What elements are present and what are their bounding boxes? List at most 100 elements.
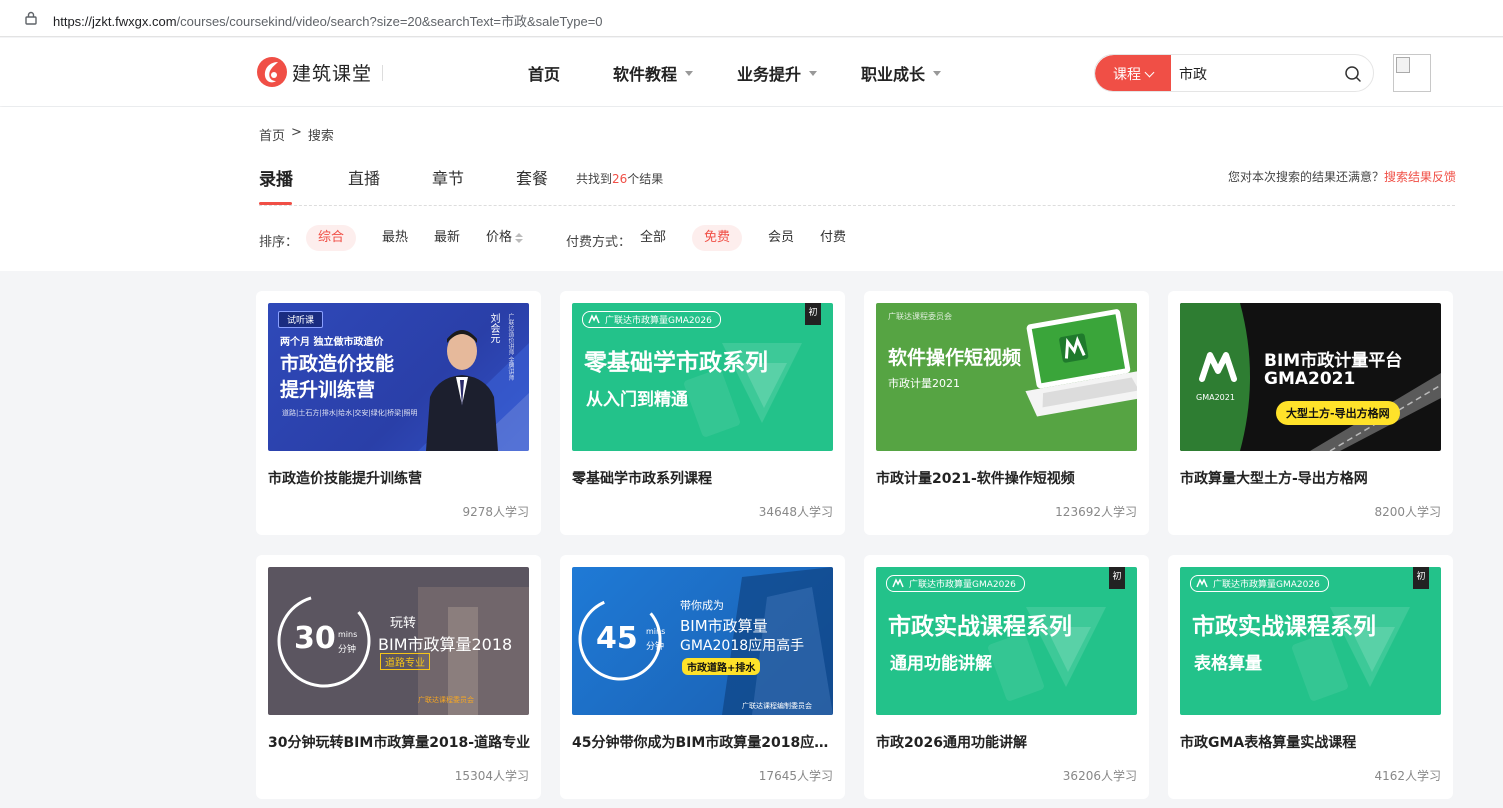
search-scope-dropdown[interactable]: 课程	[1095, 55, 1171, 91]
learner-number: 36206	[1062, 769, 1101, 783]
tab-package[interactable]: 套餐	[516, 165, 548, 189]
learner-number: 15304	[454, 769, 493, 783]
sort-option-price[interactable]: 价格	[474, 225, 535, 251]
course-series-chip: 广联达市政算量GMA2026	[1190, 575, 1329, 592]
nav-software-tutorials[interactable]: 软件教程	[613, 61, 694, 85]
url-text[interactable]: https://jzkt.fwxgx.com/courses/coursekin…	[53, 11, 603, 30]
payment-option-free[interactable]: 免费	[692, 225, 743, 251]
learner-count: 15304人学习	[455, 767, 529, 784]
site-header: 建筑课堂 首页 软件教程 业务提升 职业成长 课程	[0, 38, 1503, 106]
course-title[interactable]: 30分钟玩转BIM市政算量2018-道路专业	[268, 732, 532, 752]
avatar[interactable]	[1393, 54, 1431, 92]
course-card[interactable]: 试听课 两个月 独立做市政造价 市政造价技能 提升训练营 道路|土石方|排水|给…	[256, 291, 541, 535]
breadcrumb-current: 搜索	[307, 129, 334, 144]
breadcrumb-home[interactable]: 首页	[259, 125, 285, 144]
learner-count: 4162人学习	[1374, 767, 1441, 784]
course-title[interactable]: 市政计量2021-软件操作短视频	[876, 468, 1140, 488]
search-box: 课程	[1094, 54, 1374, 92]
payment-label: 付费方式：	[566, 235, 632, 250]
thumb-line1: 玩转	[390, 616, 417, 631]
gma-logo-label: GMA2021	[1196, 393, 1235, 402]
learner-unit: 人学习	[1100, 505, 1137, 519]
thumb-line2: 通用功能讲解	[890, 654, 992, 674]
course-thumbnail[interactable]: 广联达课程委员会 软件操作短视频 市政计量2021	[876, 303, 1137, 451]
course-title[interactable]: 市政造价技能提升训练营	[268, 468, 532, 488]
payment-option-member[interactable]: 会员	[756, 225, 806, 251]
search-icon[interactable]	[1344, 65, 1362, 83]
search-feedback: 您对本次搜索的结果还满意？搜索结果反馈	[1228, 168, 1456, 185]
result-count: 共找到26个结果	[576, 170, 663, 187]
duration-fen: 分钟	[646, 642, 665, 652]
course-title[interactable]: 市政2026通用功能讲解	[876, 732, 1140, 752]
course-card[interactable]: 广联达课程委员会 软件操作短视频 市政计量2021 市政计量2021-软件操作短…	[864, 291, 1149, 535]
course-series-chip: 广联达市政算量GMA2026	[582, 311, 721, 328]
learner-count: 36206人学习	[1063, 767, 1137, 784]
duration-mins: mins	[338, 630, 358, 639]
course-thumbnail[interactable]: GMA2021 BIM市政计量平台 GMA2021 大型土方-导出方格网	[1180, 303, 1441, 451]
thumb-line4: 道路|土石方|排水|给水|交安|绿化|桥梁|照明	[282, 409, 418, 417]
course-card[interactable]: 广联达市政算量GMA2026 初 市政实战课程系列 表格算量 市政GMA表格算量…	[1168, 555, 1453, 799]
course-thumbnail[interactable]: 广联达市政算量GMA2026 初 市政实战课程系列 表格算量	[1180, 567, 1441, 715]
course-thumbnail[interactable]: 试听课 两个月 独立做市政造价 市政造价技能 提升训练营 道路|土石方|排水|给…	[268, 303, 529, 451]
thumb-line2: GMA2021	[1264, 369, 1356, 389]
course-card[interactable]: GMA2021 BIM市政计量平台 GMA2021 大型土方-导出方格网 市政算…	[1168, 291, 1453, 535]
thumb-line1: 两个月 独立做市政造价	[280, 337, 384, 348]
payment-option-all[interactable]: 全部	[628, 225, 678, 251]
url-path: /courses/coursekind/video/search?size=20…	[176, 14, 603, 29]
divider	[259, 205, 1455, 206]
breadcrumb: 首页 > 搜索	[259, 125, 334, 144]
level-badge: 初	[1109, 567, 1125, 589]
chevron-down-icon	[1144, 67, 1155, 77]
thumb-line2: 表格算量	[1194, 654, 1262, 674]
thumb-chip-text: 广联达课程委员会	[888, 312, 952, 321]
course-title[interactable]: 市政算量大型土方-导出方格网	[1180, 468, 1444, 488]
course-thumbnail[interactable]: 30 mins 分钟 玩转 BIM市政算量2018 道路专业 广联达课程委员会	[268, 567, 529, 715]
learner-number: 17645	[758, 769, 797, 783]
feedback-question: 您对本次搜索的结果还满意？	[1227, 170, 1384, 184]
nav-home-label: 首页	[528, 65, 561, 84]
learner-count: 123692人学习	[1055, 503, 1137, 520]
nav-business-label: 业务提升	[737, 65, 802, 84]
nav-home[interactable]: 首页	[528, 61, 560, 85]
learner-number: 4162	[1374, 769, 1405, 783]
result-suffix: 个结果	[627, 172, 664, 186]
course-card[interactable]: 广联达市政算量GMA2026 初 市政实战课程系列 通用功能讲解 市政2026通…	[864, 555, 1149, 799]
sort-option-newest[interactable]: 最新	[422, 225, 472, 251]
filter-panel: 首页 > 搜索 录播 直播 章节 套餐 共找到26个结果 您对本次搜索的结果还满…	[0, 107, 1503, 271]
course-title[interactable]: 零基础学市政系列课程	[572, 468, 836, 488]
address-bar[interactable]: https://jzkt.fwxgx.com/courses/coursekin…	[0, 0, 1503, 37]
course-thumbnail[interactable]: 45 mins 分钟 带你成为 BIM市政算量 GMA2018应用高手 市政道路…	[572, 567, 833, 715]
tab-chapter[interactable]: 章节	[432, 165, 464, 189]
learner-count: 34648人学习	[759, 503, 833, 520]
course-thumbnail[interactable]: 广联达市政算量GMA2026 初 市政实战课程系列 通用功能讲解	[876, 567, 1137, 715]
result-number: 26	[612, 172, 628, 186]
course-card[interactable]: 广联达市政算量GMA2026 初 零基础学市政系列 从入门到精通 零基础学市政系…	[560, 291, 845, 535]
teacher-name: 刘会元	[488, 313, 499, 343]
learner-count: 17645人学习	[759, 767, 833, 784]
tab-live[interactable]: 直播	[348, 165, 380, 189]
tab-recorded[interactable]: 录播	[259, 165, 293, 190]
sort-option-comprehensive[interactable]: 综合	[306, 225, 357, 251]
learner-count: 9278人学习	[462, 503, 529, 520]
course-thumbnail[interactable]: 广联达市政算量GMA2026 初 零基础学市政系列 从入门到精通	[572, 303, 833, 451]
learner-unit: 人学习	[1404, 505, 1441, 519]
feedback-link[interactable]: 搜索结果反馈	[1384, 170, 1456, 184]
topic-pill: 市政道路+排水	[682, 658, 761, 675]
course-title[interactable]: 45分钟带你成为BIM市政算量2018应用高手	[572, 732, 836, 752]
course-card[interactable]: 45 mins 分钟 带你成为 BIM市政算量 GMA2018应用高手 市政道路…	[560, 555, 845, 799]
course-card[interactable]: 30 mins 分钟 玩转 BIM市政算量2018 道路专业 广联达课程委员会 …	[256, 555, 541, 799]
thumb-line2: 市政造价技能	[280, 353, 395, 375]
learner-number: 8200	[1374, 505, 1405, 519]
url-host: https://jzkt.fwxgx.com	[53, 14, 177, 29]
sort-option-hot[interactable]: 最热	[370, 225, 420, 251]
lock-icon	[25, 11, 37, 25]
search-input[interactable]	[1179, 63, 1339, 85]
level-badge: 初	[1413, 567, 1429, 589]
nav-career-growth[interactable]: 职业成长	[861, 61, 942, 85]
nav-business-improve[interactable]: 业务提升	[737, 61, 818, 85]
site-logo[interactable]: 建筑课堂	[256, 55, 372, 89]
learner-unit: 人学习	[1404, 769, 1441, 783]
payment-option-paid[interactable]: 付费	[808, 225, 858, 251]
thumb-line3: 提升训练营	[280, 379, 376, 401]
course-title[interactable]: 市政GMA表格算量实战课程	[1180, 732, 1444, 752]
